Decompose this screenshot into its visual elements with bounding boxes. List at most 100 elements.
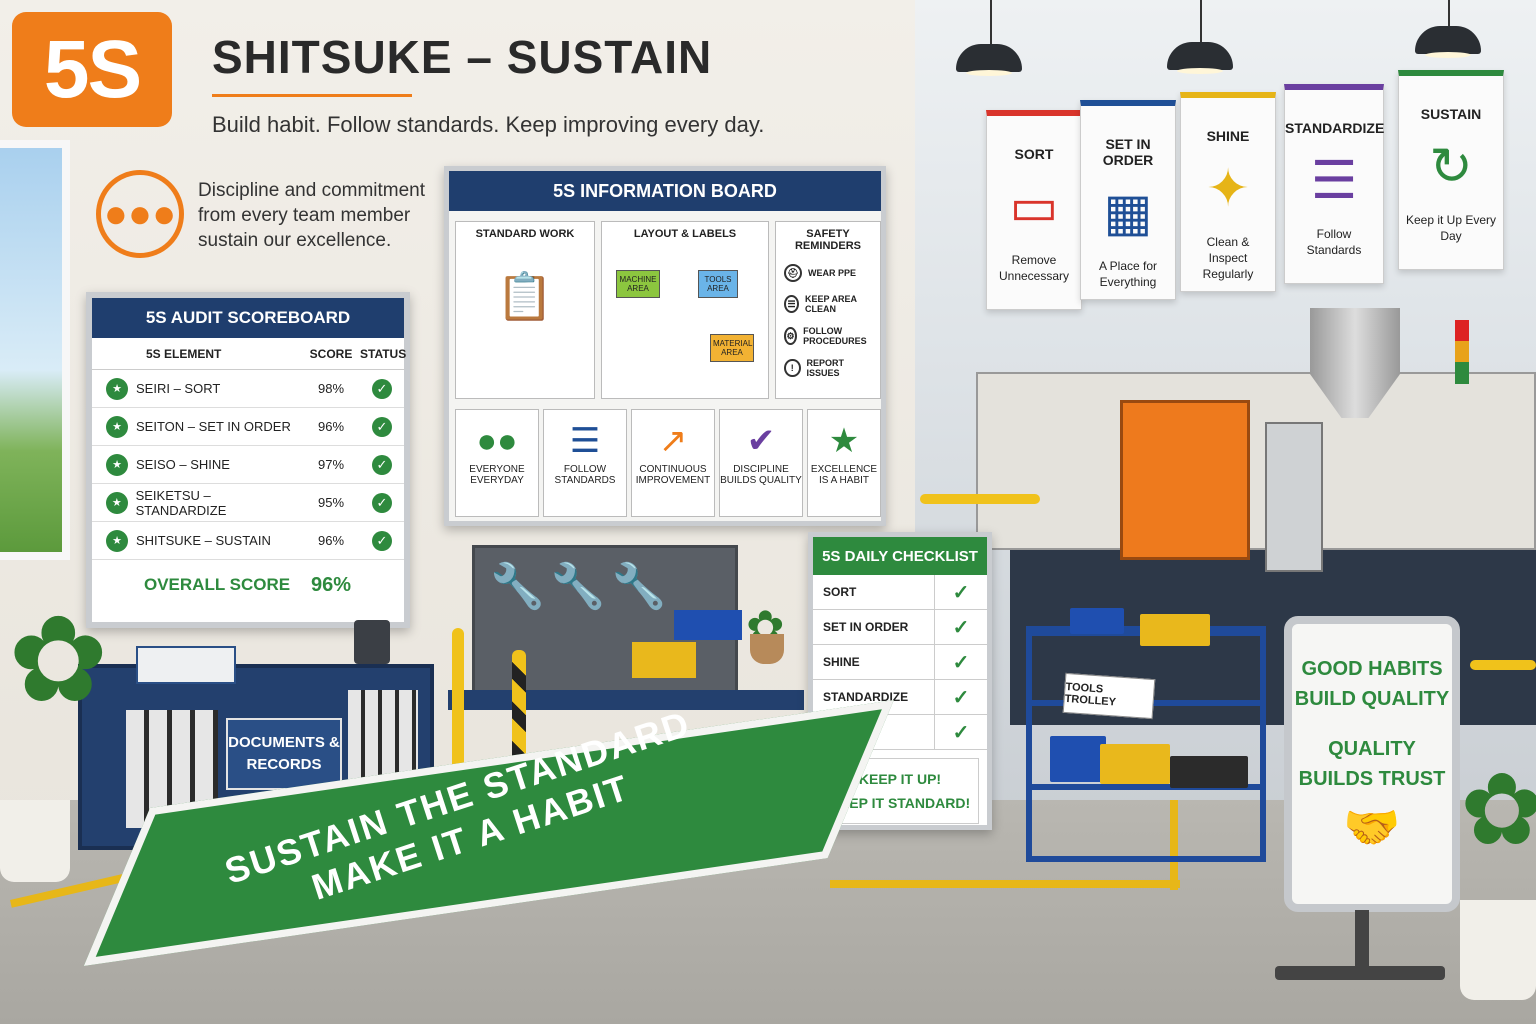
banner-title: STANDARDIZE [1285,120,1385,136]
cycle-person-icon: ↻ [1429,138,1473,196]
window [0,140,70,560]
banner-title: SHINE [1206,128,1250,144]
col-status: STATUS [360,346,407,361]
overall-score-row: OVERALL SCORE 96% [92,560,404,610]
card-label: FOLLOW STANDARDS [554,464,616,486]
handshake-icon: 🤝 [1343,801,1401,853]
plant-pot [1460,900,1536,1000]
banner-standardize: STANDARDIZE ☰ Follow Standards [1284,84,1384,284]
element-icon: ★ [106,453,128,476]
wrench-icon: ⚙ [784,327,798,345]
check-icon: ✓ [372,416,392,437]
scoreboard-title: 5S AUDIT SCOREBOARD [92,298,404,338]
parts-bin [1050,736,1106,782]
ceiling-lamp [956,44,1022,76]
sign-line: GOOD HABITS BUILD QUALITY [1294,658,1450,710]
check-icon: ✓ [952,686,970,709]
ceiling-lamp [1167,42,1233,74]
plant-pot [354,620,390,664]
lamp-cord [990,0,992,44]
stack-light [1455,320,1469,384]
element-score: 98% [317,381,345,396]
shelf-icon: ▦ [1103,184,1153,242]
card-label: CONTINUOUS IMPROVEMENT [635,464,711,486]
parts-bin [632,642,696,678]
value-card: ☰ FOLLOW STANDARDS [543,409,627,517]
safety-title: SAFETY REMINDERS [794,228,861,252]
table-row: ★ SEIKETSU – STANDARDIZE 95% ✓ [92,484,404,522]
lamp-cord [1448,0,1450,26]
list-item: SORT ✓ [813,575,987,610]
value-card: ↗ CONTINUOUS IMPROVEMENT [631,409,715,517]
element-icon: ★ [106,529,128,552]
page-title: SHITSUKE – SUSTAIN [212,31,713,83]
list-item: ⚙ FOLLOW PROCEDURES [776,320,880,352]
element-name: SEIKETSU – STANDARDIZE [135,487,227,518]
safety-rail [1470,660,1536,670]
helmet-icon: ⛑ [784,264,802,282]
table-row: ★ SEIRI – SORT 98% ✓ [92,370,404,408]
overall-value: 96% [310,573,352,596]
list-item: SHINE ✓ [813,645,987,680]
banner-caption: Clean & Inspect Regularly [1202,235,1254,281]
wrench-icon: 🔧🔧🔧 [490,562,673,611]
banner-title: SUSTAIN [1420,106,1482,122]
parts-bin [674,610,742,640]
element-icon: ★ [106,415,128,438]
banner-shine: SHINE ✦ Clean & Inspect Regularly [1180,92,1276,292]
file-boxes [136,646,236,684]
safety-label: KEEP AREA CLEAN [805,294,857,314]
clipboard-icon: ☰ [1310,152,1358,210]
team-icon: ●●● [96,170,184,258]
value-card: ●● EVERYONE EVERYDAY [455,409,539,517]
col-score: SCORE [309,346,353,361]
banner-caption: Remove Unnecessary [998,253,1070,283]
element-name: SEIRI – SORT [136,381,221,396]
element-name: SEISO – SHINE [136,457,230,472]
check-icon: ✓ [372,492,392,513]
element-score: 97% [317,457,345,472]
checklist-item: SET IN ORDER [813,610,935,644]
safety-label: FOLLOW PROCEDURES [803,326,867,346]
sign-base [1275,966,1445,980]
table-row: ★ SHITSUKE – SUSTAIN 96% ✓ [92,522,404,560]
ceiling-lamp [1415,26,1481,58]
check-icon: ✓ [372,378,392,399]
banner-title: SORT [1014,146,1054,162]
layout-box: TOOLS AREA [698,270,738,298]
info-board-title: 5S INFORMATION BOARD [449,171,881,211]
check-icon: ✓ [372,454,392,475]
list-item: ! REPORT ISSUES [776,352,880,384]
clipboard-icon: 📋 [496,270,554,322]
workbench [448,690,804,710]
layout-box: MATERIAL AREA [710,334,754,362]
broom-icon: ☰ [784,295,800,313]
check-icon: ✓ [952,616,970,639]
layout-box: MACHINE AREA [616,270,660,298]
safety-rail [920,494,1040,504]
standard-work-panel: STANDARD WORK 📋 [455,221,595,399]
banner-title: SET IN ORDER [1102,136,1154,168]
5s-logo: 5S [12,12,172,127]
parts-bin [1140,614,1210,646]
check-icon: ✓ [952,721,970,744]
shield-check-icon: ✔ [746,422,776,460]
overall-label: OVERALL SCORE [144,575,291,594]
safety-label: WEAR PPE [808,268,857,278]
checklist-title: 5S DAILY CHECKLIST [813,537,987,575]
element-name: SEITON – SET IN ORDER [136,419,291,434]
plant-icon: ✿ [8,593,109,727]
check-icon: ✓ [372,530,392,551]
element-icon: ★ [106,377,128,400]
clipboard-icon: ☰ [569,422,601,460]
check-icon: ✓ [952,581,970,604]
layout-panel: LAYOUT & LABELS MACHINE AREA TOOLS AREA … [601,221,769,399]
banner-set-in-order: SET IN ORDER ▦ A Place for Everything [1080,100,1176,300]
trolley-label: TOOLS TROLLEY [1062,672,1156,720]
scoreboard-header: 5S ELEMENT SCORE STATUS [92,338,407,370]
injection-machine [976,372,1536,550]
documents-label: DOCUMENTS & RECORDS [226,718,342,790]
parts-bin [1170,756,1248,788]
page-subtitle: Build habit. Follow standards. Keep impr… [212,112,765,137]
table-row: ★ SEISO – SHINE 97% ✓ [92,446,404,484]
